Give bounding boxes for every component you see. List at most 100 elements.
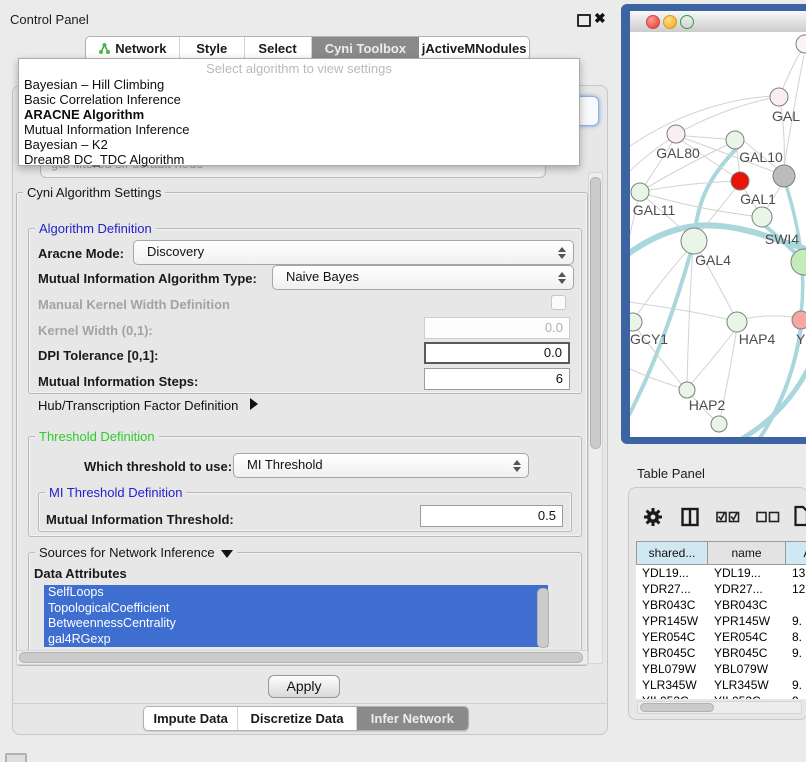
settings-hscrollbar[interactable] <box>16 650 588 665</box>
settings-hscrollbar-thumb[interactable] <box>19 652 583 663</box>
table-cell[interactable]: YBL079W <box>636 661 708 677</box>
table-column-header[interactable]: name <box>708 541 786 565</box>
table-row[interactable]: YDR27...YDR27...12 <box>636 581 806 597</box>
float-window-icon[interactable] <box>577 14 591 27</box>
network-node-GAL80[interactable] <box>667 125 685 143</box>
close-icon[interactable]: ✖ <box>594 10 606 27</box>
table-cell[interactable]: 9. <box>786 677 806 693</box>
dpi-tolerance-input[interactable]: 0.0 <box>424 342 570 364</box>
settings-vscrollbar[interactable] <box>588 172 603 664</box>
algorithm-option[interactable]: Bayesian – Hill Climbing <box>19 77 579 92</box>
minimize-traffic-light[interactable] <box>663 15 677 29</box>
table-cell[interactable]: YIL052C <box>636 693 708 699</box>
table-hscrollbar-thumb[interactable] <box>640 703 714 712</box>
network-edge[interactable] <box>630 360 684 389</box>
list-item[interactable]: SelfLoops <box>44 585 548 601</box>
settings-vscrollbar-thumb[interactable] <box>590 177 601 449</box>
table-cell[interactable]: YBR045C <box>708 645 786 661</box>
table-cell[interactable]: 8. <box>786 629 806 645</box>
select-all-checkboxes-icon[interactable] <box>716 511 740 523</box>
table-cell[interactable]: 9 <box>786 693 806 699</box>
new-table-icon[interactable] <box>794 505 806 527</box>
mi-steps-input[interactable]: 6 <box>424 368 570 390</box>
list-item[interactable]: gal4RGexp <box>44 632 548 648</box>
table-cell[interactable]: YDR27... <box>636 581 708 597</box>
table-cell[interactable]: YPR145W <box>636 613 708 629</box>
table-cell[interactable]: 9. <box>786 613 806 629</box>
table-cell[interactable] <box>786 597 806 613</box>
table-cell[interactable]: YER054C <box>708 629 786 645</box>
table-column-header[interactable]: shared... <box>636 541 708 565</box>
table-row[interactable]: YDL19...YDL19...13 <box>636 565 806 581</box>
manual-kernel-checkbox[interactable] <box>551 295 566 310</box>
tab-jactivemnodules[interactable]: jActiveMNodules <box>419 37 529 60</box>
network-edge[interactable] <box>635 243 694 318</box>
aracne-mode-combo[interactable]: Discovery <box>133 240 574 265</box>
split-columns-icon[interactable] <box>681 507 699 527</box>
network-node-GAL10[interactable] <box>726 131 744 149</box>
list-item[interactable]: TopologicalCoefficient <box>44 601 548 617</box>
table-cell[interactable]: YPR145W <box>708 613 786 629</box>
network-canvas[interactable]: GALGAL80GAL10GAL1GAL11GAL4SWI4GCY1HAP4YH… <box>630 32 806 437</box>
table-row[interactable]: YER054CYER054C8. <box>636 629 806 645</box>
table-cell[interactable]: YBR043C <box>636 597 708 613</box>
table-row[interactable]: YBL079WYBL079W <box>636 661 806 677</box>
list-scrollbar-thumb[interactable] <box>537 588 549 648</box>
deselect-all-checkboxes-icon[interactable] <box>756 511 780 523</box>
table-cell[interactable]: 12 <box>786 581 806 597</box>
mi-type-combo[interactable]: Naive Bayes <box>272 265 574 290</box>
table-cell[interactable]: YIL052C <box>708 693 786 699</box>
sources-legend[interactable]: Sources for Network Inference <box>35 545 237 560</box>
network-node-gray-node[interactable] <box>773 165 795 187</box>
table-cell[interactable] <box>786 661 806 677</box>
network-node-salmon-node[interactable] <box>792 311 806 329</box>
mi-threshold-input[interactable]: 0.5 <box>420 505 563 527</box>
algorithm-option[interactable]: Mutual Information Inference <box>19 122 579 137</box>
table-row[interactable]: YPR145WYPR145W9. <box>636 613 806 629</box>
table-cell[interactable]: YLR345W <box>708 677 786 693</box>
network-edge[interactable] <box>690 327 737 385</box>
network-node-node-top-right[interactable] <box>796 35 806 53</box>
table-row[interactable]: YBR043CYBR043C <box>636 597 806 613</box>
table-cell[interactable]: YDR27... <box>708 581 786 597</box>
tab-impute-data[interactable]: Impute Data <box>144 707 238 730</box>
algorithm-option[interactable]: Bayesian – K2 <box>19 137 579 152</box>
tab-infer-network[interactable]: Infer Network <box>357 707 468 730</box>
algorithm-option-selected[interactable]: ARACNE Algorithm <box>19 107 579 122</box>
network-node-GAL4[interactable] <box>681 228 707 254</box>
network-view[interactable]: GALGAL80GAL10GAL1GAL11GAL4SWI4GCY1HAP4YH… <box>630 32 806 437</box>
table-cell[interactable]: YDL19... <box>708 565 786 581</box>
table-cell[interactable]: YLR345W <box>636 677 708 693</box>
network-node-red-node[interactable] <box>731 172 749 190</box>
hub-factor-expander[interactable]: Hub/Transcription Factor Definition <box>38 398 258 413</box>
table-cell[interactable]: YBR045C <box>636 645 708 661</box>
network-node-GCY1[interactable] <box>630 313 642 331</box>
network-node-HAP4[interactable] <box>727 312 747 332</box>
tab-cyni-toolbox[interactable]: Cyni Toolbox <box>312 37 420 60</box>
network-node-GAL11[interactable] <box>631 183 649 201</box>
table-row[interactable]: YBR045CYBR045C9. <box>636 645 806 661</box>
table-cell[interactable]: 13 <box>786 565 806 581</box>
list-item[interactable]: BetweennessCentrality <box>44 616 548 632</box>
tab-network[interactable]: Network <box>86 37 180 60</box>
close-traffic-light[interactable] <box>646 15 660 29</box>
gear-icon[interactable] <box>644 507 662 527</box>
network-edge[interactable] <box>630 96 778 155</box>
tab-style[interactable]: Style <box>180 37 245 60</box>
tab-select[interactable]: Select <box>245 37 312 60</box>
table-hscrollbar[interactable] <box>637 701 802 714</box>
table-cell[interactable]: YDL19... <box>636 565 708 581</box>
panel-grip[interactable] <box>5 753 27 762</box>
algorithm-option[interactable]: Basic Correlation Inference <box>19 92 579 107</box>
network-window-titlebar[interactable] <box>630 11 806 33</box>
network-node-node-bottom[interactable] <box>711 416 727 432</box>
table-cell[interactable]: YER054C <box>636 629 708 645</box>
tab-discretize-data[interactable]: Discretize Data <box>238 707 356 730</box>
apply-button[interactable]: Apply <box>268 675 340 698</box>
network-node-HAP2[interactable] <box>679 382 695 398</box>
network-edge[interactable] <box>739 316 798 320</box>
algorithm-option[interactable]: Dream8 DC_TDC Algorithm <box>19 152 579 167</box>
table-column-header[interactable]: A <box>786 541 806 565</box>
which-threshold-combo[interactable]: MI Threshold <box>233 453 529 478</box>
table-row[interactable]: YIL052CYIL052C9 <box>636 693 806 699</box>
